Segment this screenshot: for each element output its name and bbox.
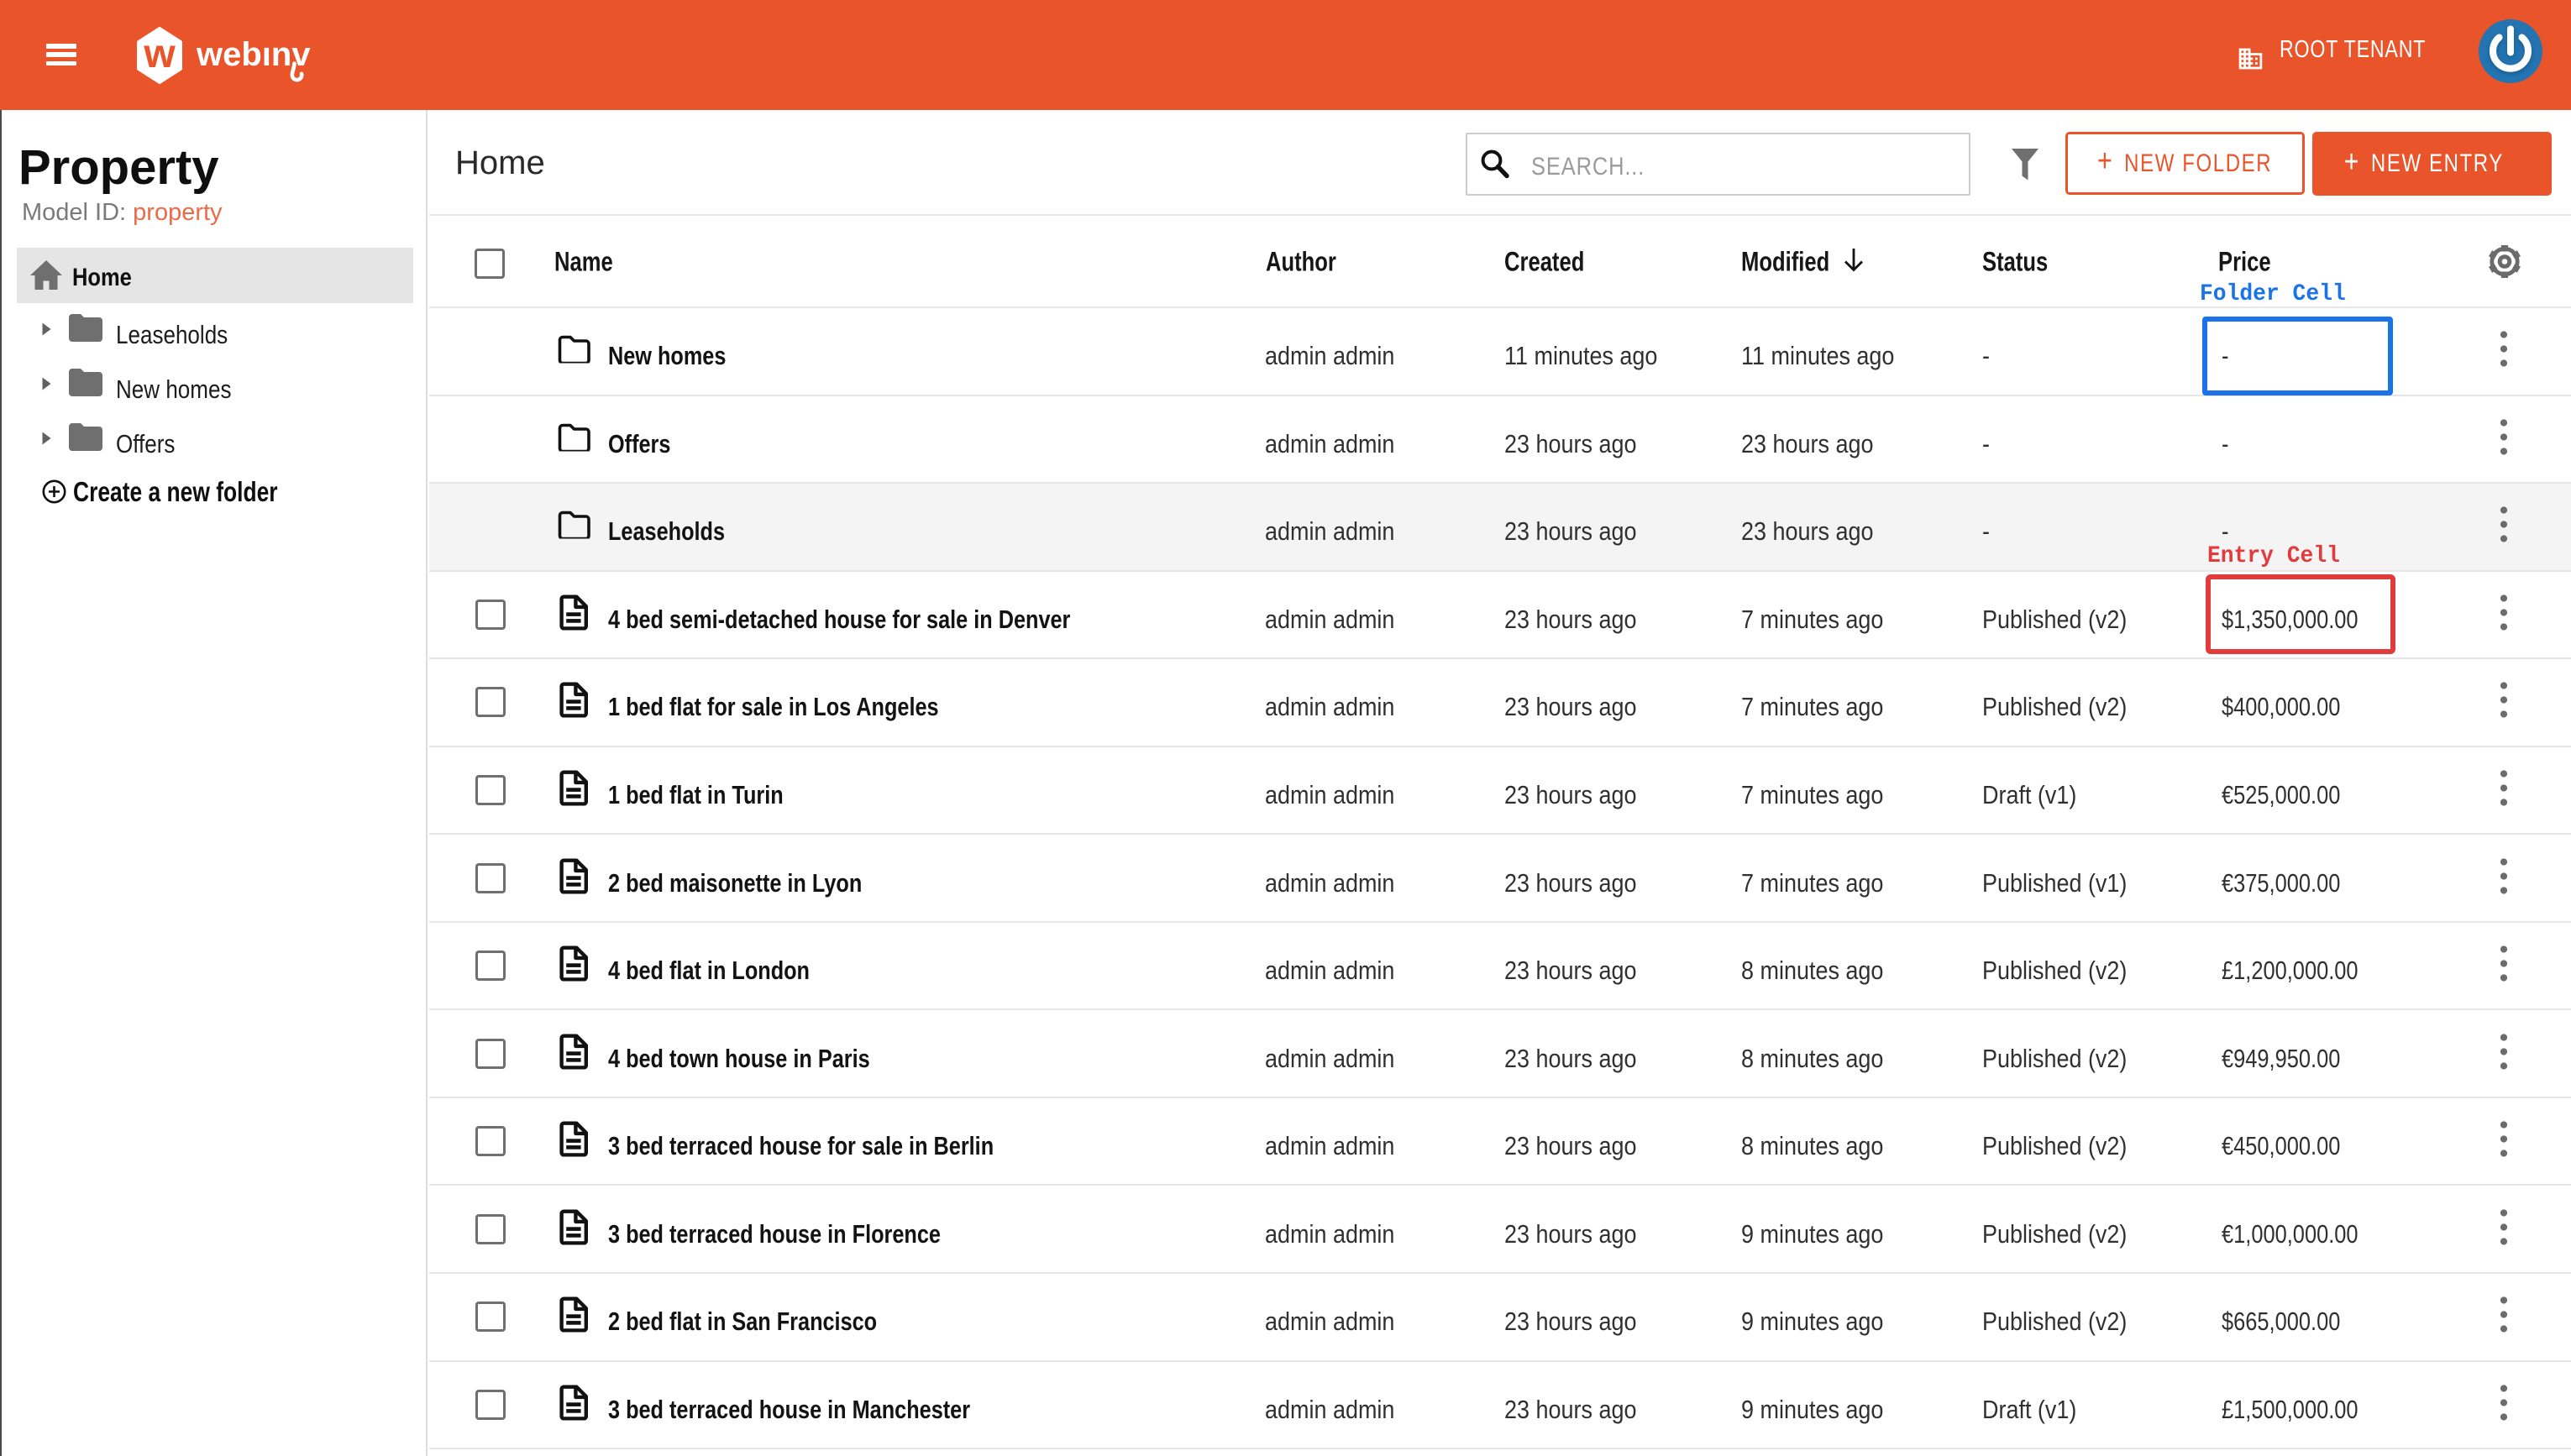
svg-text:w: w: [143, 32, 176, 76]
